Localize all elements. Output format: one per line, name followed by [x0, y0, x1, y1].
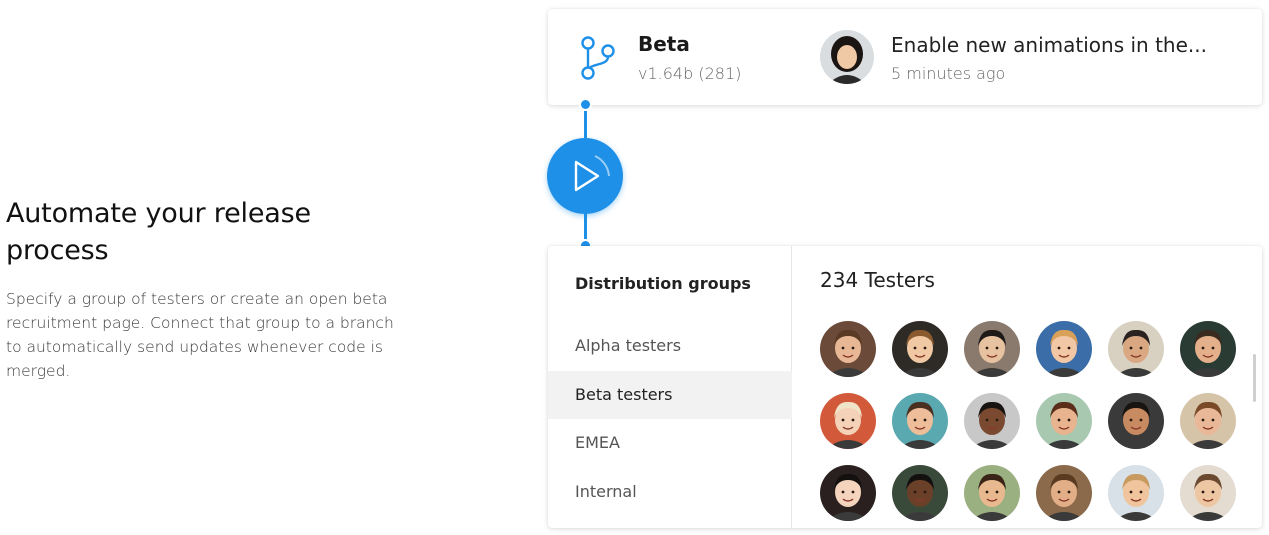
distribution-sidebar: Distribution groups Alpha testers Beta t…	[548, 246, 792, 528]
group-item-beta-testers[interactable]: Beta testers	[548, 371, 792, 419]
tester-avatar[interactable]	[964, 465, 1020, 521]
distribution-title: Distribution groups	[575, 274, 751, 293]
tester-avatar[interactable]	[820, 465, 876, 521]
distribution-card: Distribution groups Alpha testers Beta t…	[548, 246, 1262, 528]
tester-avatar[interactable]	[1108, 321, 1164, 377]
testers-count: 234 Testers	[820, 268, 935, 292]
tester-avatar[interactable]	[1108, 393, 1164, 449]
tester-avatar[interactable]	[892, 393, 948, 449]
tester-avatar[interactable]	[1180, 321, 1236, 377]
play-icon	[574, 155, 610, 192]
hero-section: Automate your release process Specify a …	[6, 195, 406, 383]
commit-author-avatar	[820, 30, 874, 84]
branch-icon	[578, 35, 618, 83]
tester-avatar[interactable]	[1036, 393, 1092, 449]
commit-time: 5 minutes ago	[891, 64, 1006, 83]
tester-avatar[interactable]	[820, 393, 876, 449]
hero-title: Automate your release process	[6, 198, 311, 266]
tester-avatar[interactable]	[1180, 393, 1236, 449]
testers-scrollbar[interactable]	[1253, 354, 1256, 402]
tester-avatar[interactable]	[820, 321, 876, 377]
play-button[interactable]	[547, 138, 623, 214]
commit-message: Enable new animations in the...	[891, 33, 1207, 57]
tester-avatar[interactable]	[1180, 465, 1236, 521]
tester-avatar[interactable]	[1036, 465, 1092, 521]
group-item-internal[interactable]: Internal	[548, 468, 792, 516]
tester-avatar[interactable]	[1036, 321, 1092, 377]
branch-name: Beta	[638, 32, 690, 56]
branch-card[interactable]: Beta v1.64b (281) Enable new animations …	[548, 9, 1262, 105]
tester-avatar[interactable]	[1108, 465, 1164, 521]
group-item-alpha-testers[interactable]: Alpha testers	[548, 322, 792, 370]
group-item-emea[interactable]: EMEA	[548, 419, 792, 467]
tester-avatar[interactable]	[964, 393, 1020, 449]
tester-avatar[interactable]	[892, 321, 948, 377]
tester-avatar[interactable]	[892, 465, 948, 521]
hero-description: Specify a group of testers or create an …	[6, 290, 394, 380]
pipeline-dot-top	[581, 100, 590, 109]
branch-version: v1.64b (281)	[638, 64, 742, 83]
tester-avatar[interactable]	[964, 321, 1020, 377]
